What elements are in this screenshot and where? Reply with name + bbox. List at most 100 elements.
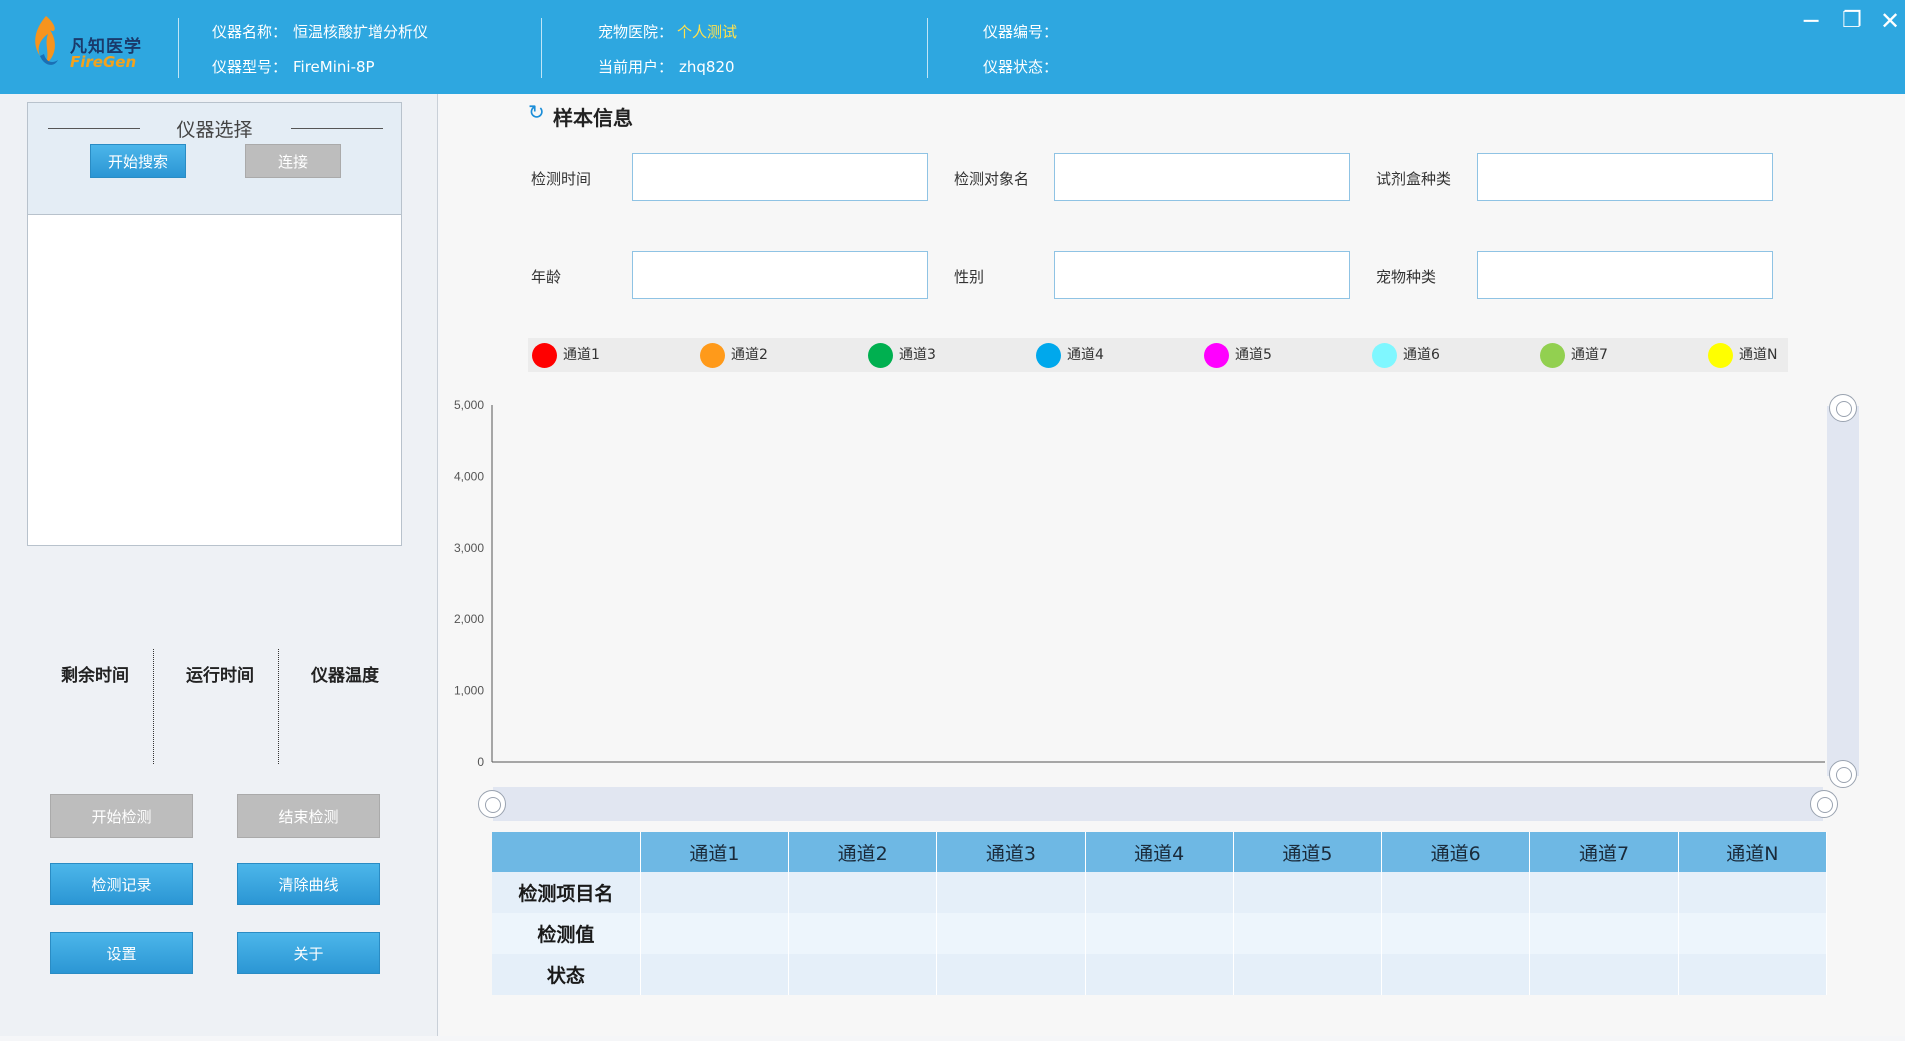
start-search-button[interactable]: 开始搜索 <box>90 144 186 178</box>
left-panel: 仪器选择 开始搜索 连接 剩余时间 运行时间 仪器温度 开始检测 结束检测 检测… <box>0 94 438 1036</box>
table-cell <box>1529 913 1679 954</box>
y-tick-label: 4,000 <box>454 469 484 483</box>
column-header: 通道7 <box>1529 832 1679 872</box>
table-cell <box>1085 954 1234 995</box>
channel-6-dot-icon <box>1372 342 1397 368</box>
device-select-panel: 仪器选择 开始搜索 连接 <box>27 102 402 546</box>
channel-4-dot-icon <box>1036 342 1061 368</box>
device-temperature-label: 仪器温度 <box>311 666 379 686</box>
pet-type-input[interactable] <box>1477 251 1773 299</box>
legend-item: 通道1 <box>532 342 600 368</box>
device-select-header: 仪器选择 开始搜索 连接 <box>28 103 401 215</box>
maximize-button[interactable]: ❐ <box>1842 6 1862 36</box>
table-cell <box>1381 913 1531 954</box>
remaining-time-label: 剩余时间 <box>61 666 129 686</box>
minimize-button[interactable]: ─ <box>1804 6 1818 36</box>
table-cell <box>1233 954 1383 995</box>
device-name: 恒温核酸扩增分析仪 <box>293 23 429 41</box>
age-input[interactable] <box>632 251 928 299</box>
subject-name-label: 检测对象名 <box>954 170 1030 188</box>
table-cell <box>640 913 790 954</box>
device-name-field: 仪器名称： 恒温核酸扩增分析仪 <box>212 23 429 41</box>
about-button[interactable]: 关于 <box>237 932 380 974</box>
table-cell <box>1381 954 1531 995</box>
end-detection-button[interactable]: 结束检测 <box>237 794 380 838</box>
y-tick-label: 2,000 <box>454 612 484 626</box>
header-divider <box>178 18 179 78</box>
table-cell <box>936 954 1086 995</box>
column-header: 通道N <box>1678 832 1828 872</box>
current-user-field: 当前用户： zhq820 <box>598 58 735 76</box>
horizontal-zoom-slider[interactable] <box>478 787 1838 821</box>
row-label: 检测项目名 <box>492 872 641 913</box>
device-status-field: 仪器状态： <box>983 58 1059 76</box>
y-tick-label: 0 <box>477 755 484 769</box>
main-panel: ↻ 样本信息 检测时间 检测对象名 试剂盒种类 年龄 性别 宠物种类 通道1 通… <box>440 94 1905 1036</box>
table-cell <box>1085 872 1234 913</box>
table-cell <box>788 954 938 995</box>
table-cell <box>1233 913 1383 954</box>
column-header: 通道6 <box>1381 832 1531 872</box>
table-cell <box>1233 872 1383 913</box>
refresh-icon[interactable]: ↻ <box>528 100 545 124</box>
slider-handle-left[interactable] <box>478 790 506 818</box>
amplification-chart: 0 1,000 2,000 3,000 4,000 5,000 <box>454 398 1825 769</box>
table-cell <box>640 954 790 995</box>
start-detection-button[interactable]: 开始检测 <box>50 794 193 838</box>
pet-type-label: 宠物种类 <box>1376 268 1437 286</box>
settings-button[interactable]: 设置 <box>50 932 193 974</box>
clear-curve-button[interactable]: 清除曲线 <box>237 863 380 905</box>
column-header: 通道1 <box>640 832 790 872</box>
row-label: 检测值 <box>492 913 641 954</box>
device-list[interactable] <box>28 216 401 545</box>
current-user: zhq820 <box>679 58 735 76</box>
test-time-input[interactable] <box>632 153 928 201</box>
stat-divider <box>278 649 279 764</box>
channel-2-dot-icon <box>700 342 725 368</box>
app-header: 凡知医学 FireGen 仪器名称： 恒温核酸扩增分析仪 仪器型号： FireMin… <box>0 0 1905 94</box>
sex-label: 性别 <box>954 268 985 286</box>
column-header: 通道3 <box>936 832 1086 872</box>
legend-item: 通道5 <box>1204 342 1272 368</box>
legend-item: 通道2 <box>700 342 768 368</box>
slider-handle-top[interactable] <box>1829 394 1857 422</box>
header-divider <box>927 18 928 78</box>
channel-n-dot-icon <box>1708 342 1733 368</box>
kit-type-input[interactable] <box>1477 153 1773 201</box>
legend-item: 通道3 <box>868 342 936 368</box>
age-label: 年龄 <box>531 268 562 286</box>
column-header: 通道4 <box>1085 832 1234 872</box>
connect-button[interactable]: 连接 <box>245 144 341 178</box>
table-cell <box>1085 913 1234 954</box>
stat-divider <box>153 649 154 764</box>
close-button[interactable]: ✕ <box>1880 6 1900 36</box>
sex-input[interactable] <box>1054 251 1350 299</box>
row-label: 状态 <box>492 954 641 995</box>
legend-item: 通道N <box>1708 342 1777 368</box>
hospital-field: 宠物医院： 个人测试 <box>598 23 738 41</box>
table-cell <box>936 913 1086 954</box>
subject-name-input[interactable] <box>1054 153 1350 201</box>
table-cell <box>1678 913 1828 954</box>
table-cell <box>1678 872 1828 913</box>
y-tick-label: 1,000 <box>454 684 484 698</box>
channel-legend: 通道1 通道2 通道3 通道4 通道5 通道6 通道7 通道N <box>528 338 1788 372</box>
legend-item: 通道4 <box>1036 342 1104 368</box>
table-cell <box>788 913 938 954</box>
slider-handle-right[interactable] <box>1810 790 1838 818</box>
table-cell <box>1529 954 1679 995</box>
slider-handle-bottom[interactable] <box>1829 760 1857 788</box>
table-cell <box>788 872 938 913</box>
test-time-label: 检测时间 <box>531 170 592 188</box>
channel-5-dot-icon <box>1204 342 1229 368</box>
running-time-label: 运行时间 <box>186 666 254 686</box>
kit-type-label: 试剂盒种类 <box>1376 170 1452 188</box>
table-cell <box>640 872 790 913</box>
column-header <box>492 832 641 872</box>
header-divider <box>541 18 542 78</box>
channel-7-dot-icon <box>1540 342 1565 368</box>
records-button[interactable]: 检测记录 <box>50 863 193 905</box>
column-header: 通道2 <box>788 832 938 872</box>
vertical-zoom-slider[interactable] <box>1827 394 1859 788</box>
logo-text-en: FireGen <box>70 53 137 71</box>
